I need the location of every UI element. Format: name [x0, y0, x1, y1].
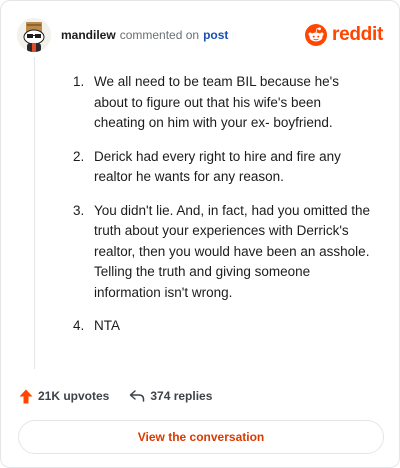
- list-item-number: 1.: [73, 74, 85, 89]
- comment-meta: mandilew commented on post: [61, 27, 305, 43]
- comment-header: mandilew commented on post reddit: [17, 17, 383, 53]
- avatar[interactable]: [17, 18, 51, 52]
- upvote-button[interactable]: 21K upvotes: [19, 389, 109, 404]
- list-item: 1. We all need to be team BIL because he…: [73, 72, 373, 134]
- comment-actions: 21K upvotes 374 replies: [19, 386, 212, 406]
- thread-line: [34, 57, 35, 369]
- list-item-text: You didn't lie. And, in fact, had you om…: [94, 202, 371, 300]
- reddit-snoo-icon: [305, 24, 328, 46]
- list-item-number: 3.: [73, 202, 85, 218]
- view-conversation-button[interactable]: View the conversation: [18, 420, 384, 454]
- list-item: 4. NTA: [73, 316, 373, 337]
- replies-button[interactable]: 374 replies: [129, 389, 212, 403]
- list-item-number: 2.: [73, 148, 85, 164]
- comment-list: 1. We all need to be team BIL because he…: [73, 72, 373, 337]
- commented-on-text: commented on: [119, 28, 200, 42]
- comment-body: 1. We all need to be team BIL because he…: [73, 72, 373, 350]
- reply-arrow-icon: [130, 390, 145, 402]
- reddit-wordmark: reddit: [332, 24, 383, 45]
- upvote-arrow-icon: [19, 389, 33, 403]
- list-item-text: NTA: [94, 318, 120, 333]
- comment-card: mandilew commented on post reddit 1. We …: [0, 0, 400, 468]
- list-item: 3. You didn't lie. And, in fact, had you…: [73, 201, 373, 304]
- reddit-logo[interactable]: reddit: [305, 24, 383, 46]
- username-link[interactable]: mandilew: [61, 27, 116, 43]
- list-item-text: We all need to be team BIL because he's …: [94, 74, 339, 130]
- list-item-text: Derick had every right to hire and fire …: [94, 148, 341, 185]
- reply-count: 374 replies: [150, 389, 213, 403]
- snoo-avatar-icon: [17, 18, 51, 52]
- list-item-number: 4.: [73, 318, 85, 333]
- upvote-count: 21K upvotes: [38, 389, 110, 403]
- post-link[interactable]: post: [203, 27, 228, 43]
- list-item: 2. Derick had every right to hire and fi…: [73, 147, 373, 188]
